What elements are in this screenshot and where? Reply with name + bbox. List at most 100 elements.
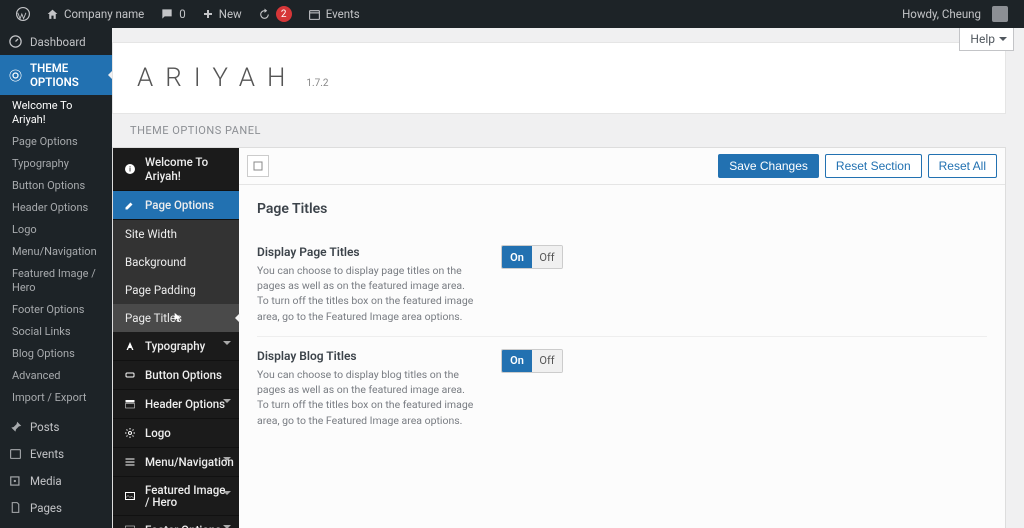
updates-count: 2: [276, 6, 292, 22]
site-name[interactable]: Company name: [38, 0, 152, 28]
ps-sub-page-padding[interactable]: Page Padding: [113, 276, 239, 304]
option-display-blog-titles: Display Blog Titles You can choose to di…: [257, 337, 987, 440]
new-content[interactable]: New: [194, 0, 250, 28]
panel-content: Page Titles Display Page Titles You can …: [239, 185, 1005, 456]
ps-menu-label: Menu/Navigation: [145, 455, 234, 469]
ps-button[interactable]: Button Options: [113, 361, 239, 390]
theme-name: ARIYAH: [137, 63, 297, 93]
ps-page-options-label: Page Options: [145, 198, 214, 212]
media-icon: [8, 473, 23, 488]
ps-footer[interactable]: Footer Options: [113, 516, 239, 528]
user-account[interactable]: Howdy, Cheung: [894, 0, 1016, 28]
ps-header[interactable]: Header Options: [113, 390, 239, 419]
events-link[interactable]: Events: [300, 0, 368, 28]
calendar-icon: [8, 446, 23, 461]
toggle-blog-titles[interactable]: On Off: [501, 349, 563, 373]
wordpress-icon: [16, 7, 30, 21]
expand-button[interactable]: [247, 155, 269, 177]
theme-version: 1.7.2: [306, 78, 328, 89]
wp-sub-item[interactable]: Logo: [0, 219, 112, 241]
footer-icon: [123, 523, 137, 528]
toggle-on[interactable]: On: [502, 246, 532, 268]
ps-logo[interactable]: Logo: [113, 419, 239, 448]
ps-sub-background[interactable]: Background: [113, 248, 239, 276]
ps-page-options[interactable]: Page Options: [113, 191, 239, 220]
reset-section-button[interactable]: Reset Section: [825, 154, 922, 178]
wp-sub-item[interactable]: Header Options: [0, 197, 112, 219]
ps-typography[interactable]: Typography: [113, 332, 239, 361]
wp-sub-item[interactable]: Page Options: [0, 131, 112, 153]
ps-welcome[interactable]: iWelcome To Ariyah!: [113, 148, 239, 191]
chevron-down-icon: [223, 457, 231, 465]
ps-logo-label: Logo: [145, 426, 171, 440]
wp-sub-item[interactable]: Menu/Navigation: [0, 241, 112, 263]
company-name-label: Company name: [64, 7, 144, 21]
toggle-off[interactable]: Off: [532, 246, 562, 268]
menu-posts[interactable]: Posts: [0, 413, 112, 440]
wp-sub-item[interactable]: Typography: [0, 153, 112, 175]
wp-sub-item[interactable]: Button Options: [0, 175, 112, 197]
ps-typography-label: Typography: [145, 339, 205, 353]
menu-media[interactable]: Media: [0, 467, 112, 494]
ps-featured-label: Featured Image / Hero: [145, 484, 229, 508]
wp-sub-item[interactable]: Blog Options: [0, 343, 112, 365]
svg-text:i: i: [129, 166, 131, 174]
menu-comments[interactable]: Comments: [0, 521, 112, 528]
toggle-on[interactable]: On: [502, 350, 532, 372]
updates-link[interactable]: 2: [250, 0, 300, 28]
edit-icon: [123, 198, 137, 212]
menu-dashboard[interactable]: Dashboard: [0, 28, 112, 55]
menu-pages[interactable]: Pages: [0, 494, 112, 521]
ps-featured[interactable]: Featured Image / Hero: [113, 477, 239, 516]
events-label: Events: [30, 447, 64, 461]
ps-sub-label: Background: [125, 255, 186, 269]
wp-logo[interactable]: [8, 0, 38, 28]
ps-menu[interactable]: Menu/Navigation: [113, 448, 239, 477]
wp-sub-item[interactable]: Social Links: [0, 321, 112, 343]
posts-label: Posts: [30, 420, 59, 434]
wp-sub-item[interactable]: Welcome To Ariyah!: [0, 95, 112, 131]
events-label: Events: [326, 7, 360, 21]
option-label: Display Blog Titles: [257, 349, 477, 363]
option-label: Display Page Titles: [257, 245, 477, 259]
wp-sub-item[interactable]: Footer Options: [0, 299, 112, 321]
updates-icon: [258, 8, 271, 21]
dashboard-icon: [8, 34, 23, 49]
section-title: Page Titles: [257, 201, 987, 217]
calendar-icon: [308, 8, 321, 21]
ps-sub-page-titles[interactable]: Page Titles: [113, 304, 239, 332]
option-desc: You can choose to display blog titles on…: [257, 368, 473, 427]
reset-all-button[interactable]: Reset All: [928, 154, 997, 178]
panel-sidebar: iWelcome To Ariyah! Page Options Site Wi…: [113, 148, 239, 528]
menu-theme-options[interactable]: THEME OPTIONS: [0, 55, 112, 95]
option-display-page-titles: Display Page Titles You can choose to di…: [257, 233, 987, 337]
save-button[interactable]: Save Changes: [718, 154, 819, 178]
ps-sub-label: Site Width: [125, 227, 177, 241]
menu-events[interactable]: Events: [0, 440, 112, 467]
info-icon: i: [123, 162, 137, 176]
panel-title: THEME OPTIONS PANEL: [112, 114, 1006, 147]
admin-bar: Company name 0 New 2 Events Howdy, Cheun…: [0, 0, 1024, 28]
wp-sub-item[interactable]: Featured Image / Hero: [0, 263, 112, 299]
toggle-off[interactable]: Off: [532, 350, 562, 372]
page-icon: [8, 500, 23, 515]
comments-count: 0: [179, 7, 185, 21]
ps-sub-site-width[interactable]: Site Width: [113, 220, 239, 248]
toggle-page-titles[interactable]: On Off: [501, 245, 563, 269]
comments-link[interactable]: 0: [152, 0, 193, 28]
pages-label: Pages: [30, 501, 62, 515]
chevron-down-icon: [223, 399, 231, 407]
panel-body: Save Changes Reset Section Reset All Pag…: [239, 148, 1005, 528]
header-icon: [123, 397, 137, 411]
main-canvas: ARIYAH 1.7.2 THEME OPTIONS PANEL iWelcom…: [112, 28, 1024, 528]
option-desc: You can choose to display page titles on…: [257, 264, 473, 323]
chevron-down-icon: [223, 341, 231, 349]
brand-card: ARIYAH 1.7.2: [112, 42, 1006, 114]
wp-sub-item[interactable]: Advanced: [0, 365, 112, 387]
panel-toolbar: Save Changes Reset Section Reset All: [239, 148, 1005, 185]
ps-sub-label: Page Padding: [125, 283, 196, 297]
home-icon: [46, 8, 59, 21]
help-tab[interactable]: Help: [959, 28, 1014, 51]
wp-sub-item[interactable]: Import / Export: [0, 387, 112, 409]
ps-footer-label: Footer Options: [145, 523, 221, 528]
